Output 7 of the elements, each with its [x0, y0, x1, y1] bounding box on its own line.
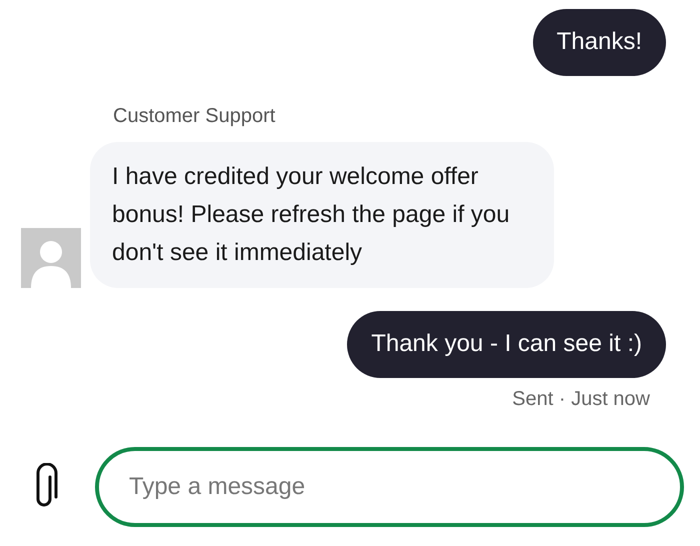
- message-input[interactable]: Type a message: [95, 447, 684, 527]
- message-bubble: I have credited your welcome offer bonus! Please refresh the page if you don't see it immediately: [90, 142, 554, 288]
- message-bubble: Thank you - I can see it :): [347, 311, 666, 378]
- sender-name: Customer Support: [113, 104, 276, 128]
- message-bubble: Thanks!: [532, 9, 666, 76]
- message-status: Sent · Just now: [512, 387, 650, 411]
- avatar-icon: [21, 228, 81, 288]
